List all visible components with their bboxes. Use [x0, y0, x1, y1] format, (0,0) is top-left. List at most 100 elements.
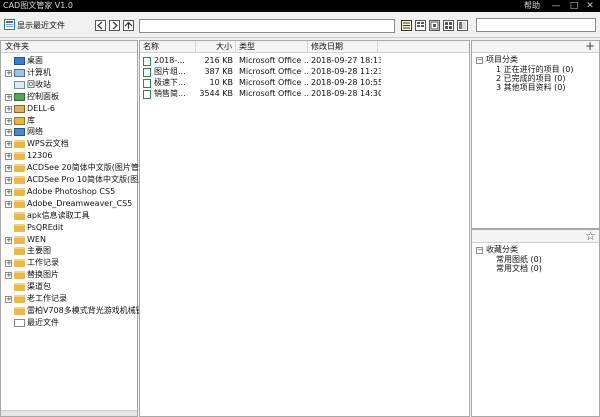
- window-title: CAD图文管家 V1.0: [3, 1, 73, 10]
- file-name-cell: 销售简...: [154, 89, 186, 98]
- computer-icon: [14, 68, 25, 77]
- column-type[interactable]: 类型: [236, 41, 308, 53]
- thumbnail-view-icon[interactable]: [429, 20, 440, 31]
- favorites-category-item[interactable]: 常用文档 (0): [496, 264, 542, 274]
- column-size[interactable]: 大小: [196, 41, 236, 53]
- folder-icon: [14, 140, 25, 149]
- folder-tree-label: 雷柏V708多模式背光游戏机械键盘: [27, 305, 152, 315]
- title-bar: CAD图文管家 V1.0 帮助 — □ ✕: [0, 0, 600, 12]
- folder-tree-label: 替换图片: [27, 270, 59, 280]
- large-icon-view-icon[interactable]: [443, 20, 454, 31]
- expand-toggle-icon[interactable]: +: [5, 141, 12, 149]
- folder-tree-label: 桌面: [27, 56, 43, 65]
- expand-toggle-icon[interactable]: +: [5, 93, 12, 101]
- folder-icon: [14, 295, 25, 303]
- list-view-icon[interactable]: [415, 20, 426, 31]
- favorites-root-expander[interactable]: −: [476, 247, 483, 254]
- folder-panel: 文件夹 桌面 + 计算机 回收站 + 控制面板 + DELL-6 + 库 + 网络 + WPS云文档 +12…: [0, 40, 155, 417]
- favorites-root-label[interactable]: 收藏分类: [486, 245, 518, 255]
- library-icon: [14, 116, 25, 125]
- column-modified[interactable]: 修改日期: [308, 41, 378, 53]
- expand-toggle-icon[interactable]: +: [5, 260, 12, 268]
- folder-icon: [14, 247, 25, 256]
- up-folder-icon[interactable]: [123, 20, 134, 31]
- folder-tree-label: apk信息读取工具: [27, 210, 90, 220]
- expand-toggle-icon[interactable]: +: [5, 200, 12, 208]
- project-category-item[interactable]: 3 其他项目资料 (0): [496, 83, 566, 93]
- folder-tree-label: WPS云文档: [27, 139, 69, 149]
- expand-toggle-icon[interactable]: +: [5, 165, 12, 173]
- project-category-panel: + − 项目分类 1 正在进行的项目 (0) 2 已完成的项目 (0) 3 其他…: [471, 39, 600, 229]
- file-list-header: 名称 大小 类型 修改日期: [140, 41, 469, 53]
- project-root-label[interactable]: 项目分类: [486, 55, 518, 65]
- control-panel-icon: [14, 92, 25, 101]
- add-category-button[interactable]: +: [585, 39, 595, 53]
- folder-tree-label: 网络: [27, 127, 43, 137]
- minimize-button[interactable]: —: [548, 0, 564, 12]
- details-view-icon[interactable]: [401, 20, 412, 31]
- folder-icon: [14, 235, 25, 244]
- expand-toggle-icon[interactable]: +: [5, 296, 12, 303]
- back-arrow-icon[interactable]: [95, 20, 106, 31]
- folder-icon: [14, 199, 25, 208]
- folder-icon: [14, 187, 25, 196]
- folder-icon: [14, 306, 25, 315]
- folder-icon: [14, 152, 25, 161]
- expand-toggle-icon[interactable]: +: [5, 177, 12, 184]
- expand-toggle-icon[interactable]: +: [5, 105, 12, 113]
- path-input[interactable]: [139, 19, 395, 33]
- expand-toggle-icon[interactable]: +: [5, 272, 12, 280]
- expand-toggle-icon[interactable]: +: [5, 236, 12, 244]
- folder-tree-label: 老工作记录: [27, 294, 67, 303]
- folder-panel-header: 文件夹: [1, 41, 137, 53]
- help-menu[interactable]: 帮助: [524, 0, 540, 12]
- show-recent-files-label[interactable]: 显示最近文件: [17, 20, 65, 31]
- excel-file-icon: [143, 90, 151, 99]
- close-button[interactable]: ✕: [582, 0, 598, 12]
- folder-tree-label: 库: [27, 115, 35, 125]
- desktop-icon: [14, 57, 25, 65]
- excel-file-icon: [143, 57, 151, 66]
- folder-tree-label: 12306: [27, 151, 53, 161]
- expand-toggle-icon[interactable]: +: [5, 69, 12, 77]
- search-input[interactable]: [476, 18, 596, 32]
- user-folder-icon: [14, 104, 25, 113]
- folder-panel-title: 文件夹: [5, 42, 29, 51]
- file-list-panel: 名称 大小 类型 修改日期 2018-... 216 KB Microsoft Of…: [139, 40, 470, 417]
- horizontal-scrollbar[interactable]: [1, 410, 137, 416]
- folder-tree-label: 工作记录: [27, 258, 59, 268]
- folder-icon: [14, 259, 25, 268]
- folder-tree-label: Adobe_Dreamweaver_CS5: [27, 198, 133, 208]
- star-icon[interactable]: ☆: [585, 229, 596, 243]
- recycle-bin-icon: [14, 80, 25, 89]
- folder-tree-label: ACDSee Pro 10简体中文版(图片管: [27, 175, 155, 184]
- file-row[interactable]: 销售简... 3544 KB Microsoft Office ... 2018-09…: [140, 88, 381, 100]
- folder-icon: [14, 176, 25, 184]
- folder-icon: [14, 271, 25, 280]
- preview-view-icon[interactable]: [457, 20, 468, 31]
- file-size-cell: 3544 KB: [199, 89, 233, 98]
- forward-arrow-icon[interactable]: [109, 20, 120, 31]
- network-icon: [14, 128, 25, 137]
- favorites-panel-header: ☆: [472, 229, 599, 243]
- file-type-cell: Microsoft Office ...: [239, 89, 309, 98]
- expand-toggle-icon[interactable]: +: [5, 129, 12, 137]
- folder-tree-label: 最近文件: [27, 317, 59, 327]
- folder-tree-label: 渠道包: [27, 282, 51, 292]
- favorites-panel: ☆ − 收藏分类 常用图纸 (0) 常用文档 (0): [471, 229, 600, 417]
- toolbar: 显示最近文件: [0, 12, 600, 38]
- folder-tree-label: 控制面板: [27, 91, 59, 101]
- recent-files-icon[interactable]: [4, 19, 15, 30]
- excel-file-icon: [143, 79, 151, 88]
- column-name[interactable]: 名称: [140, 41, 196, 53]
- folder-tree-label: 计算机: [27, 67, 51, 77]
- expand-toggle-icon[interactable]: +: [5, 117, 12, 125]
- folder-tree-label: Adobe Photoshop CS5: [27, 186, 116, 196]
- expand-toggle-icon[interactable]: +: [5, 153, 12, 161]
- excel-file-icon: [143, 68, 151, 77]
- maximize-button[interactable]: □: [566, 0, 582, 12]
- project-root-expander[interactable]: −: [476, 57, 483, 64]
- expand-toggle-icon[interactable]: +: [5, 188, 12, 196]
- folder-tree-label: 主要图: [27, 246, 51, 256]
- folder-icon: [14, 223, 25, 232]
